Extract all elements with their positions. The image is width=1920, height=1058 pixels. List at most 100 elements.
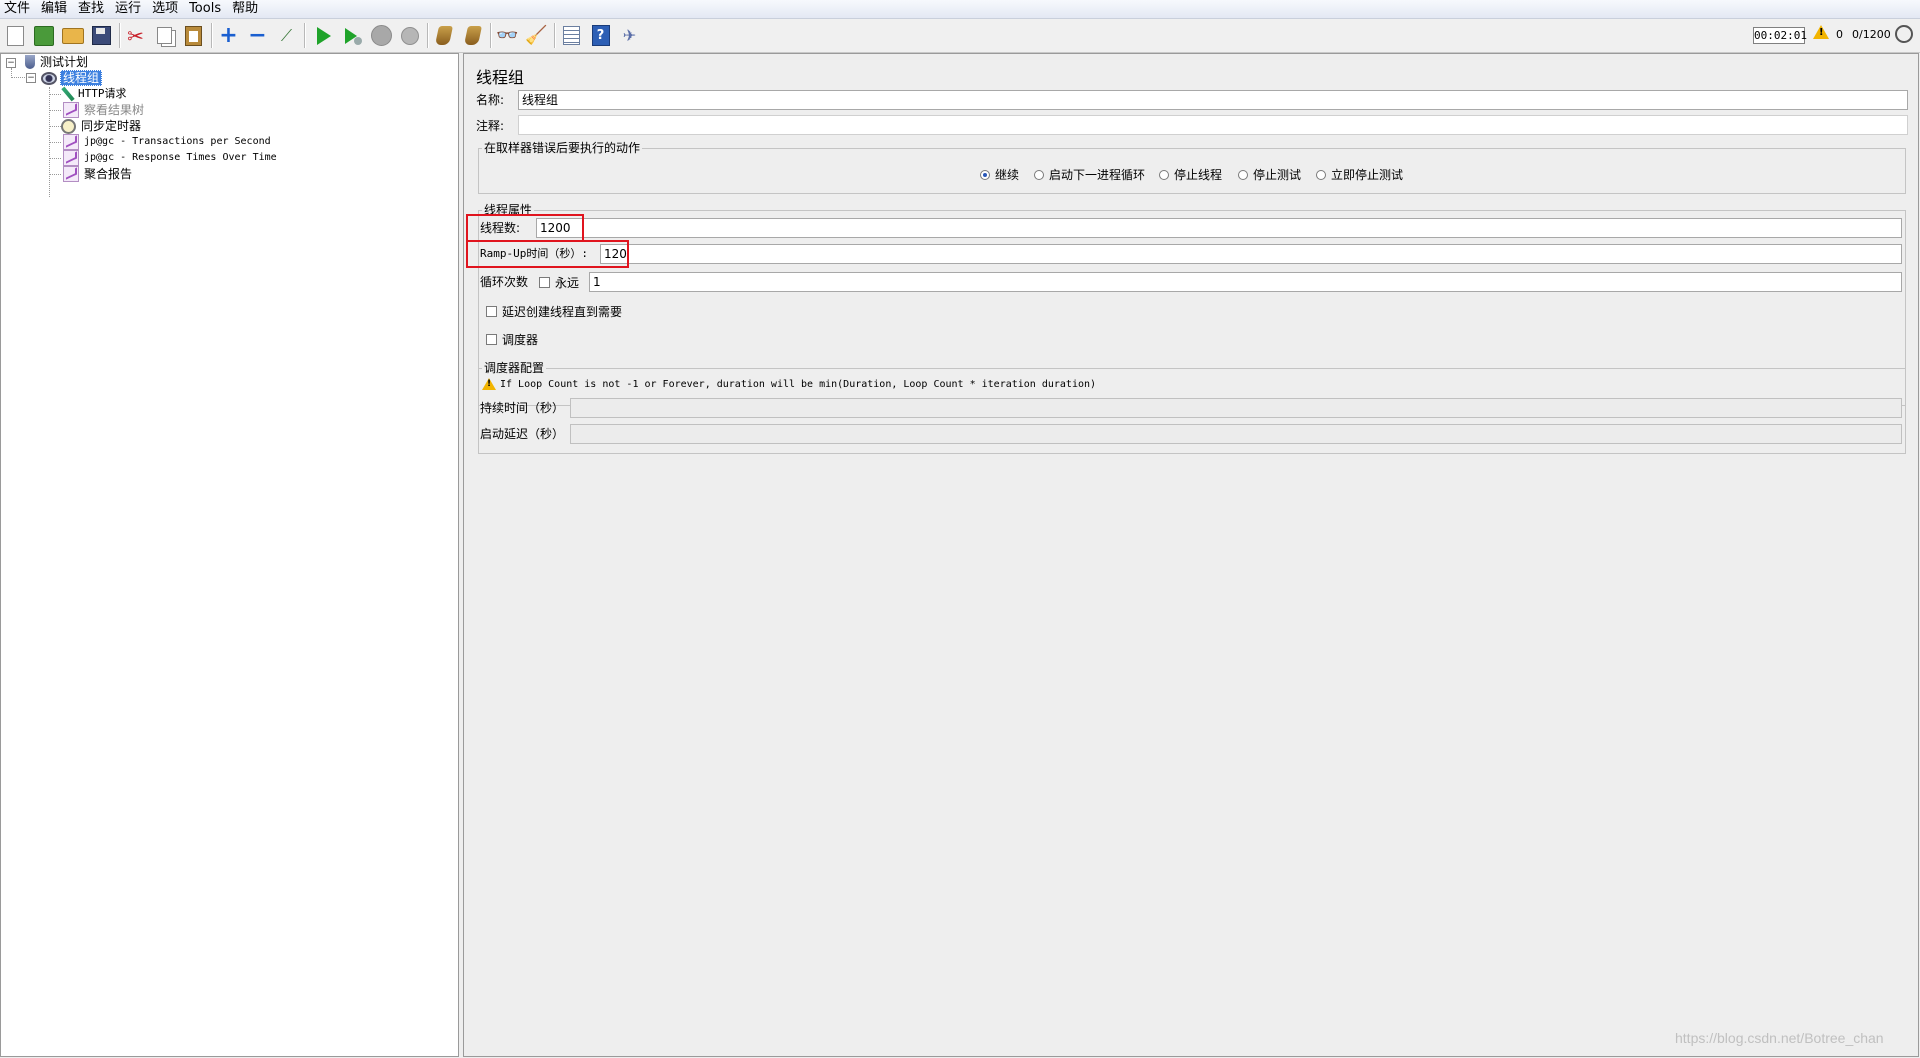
menu-run[interactable]: 运行: [111, 0, 148, 18]
function-helper-button[interactable]: [560, 24, 583, 47]
radio-continue[interactable]: 继续: [980, 166, 1019, 183]
tree-node-label: jp@gc - Response Times Over Time: [84, 152, 277, 163]
test-plan-icon: [25, 55, 35, 69]
reset-search-icon: 🧹: [525, 25, 548, 46]
save-button[interactable]: [90, 24, 113, 47]
delay-thread-creation-checkbox[interactable]: 延迟创建线程直到需要: [486, 303, 622, 320]
remote-button[interactable]: ✈: [618, 24, 641, 47]
minus-icon: −: [248, 22, 267, 48]
menu-search[interactable]: 查找: [74, 0, 111, 18]
highlight-box: [466, 214, 584, 242]
radio-dot: [1238, 169, 1248, 180]
warning-indicator[interactable]: !: [1813, 25, 1829, 43]
collapse-root-toggle[interactable]: −: [6, 58, 16, 68]
listener-icon: [63, 150, 79, 166]
tree-line: [49, 126, 61, 127]
toolbar-separator: [554, 23, 556, 48]
highlight-box: [466, 240, 629, 268]
checkbox-box: [486, 306, 497, 317]
rampup-input[interactable]: 120: [600, 244, 1902, 264]
radio-label: 继续: [995, 168, 1020, 182]
shutdown-button[interactable]: [398, 24, 421, 47]
checkbox-label: 调度器: [502, 333, 539, 347]
templates-button[interactable]: [32, 24, 55, 47]
collapse-button[interactable]: −: [246, 24, 269, 47]
comment-input[interactable]: [518, 115, 1908, 135]
tree-node-sync-timer[interactable]: 同步定时器: [61, 118, 143, 134]
listener-icon: [63, 134, 79, 150]
copy-button[interactable]: [153, 24, 176, 47]
radio-dot: [1159, 169, 1169, 180]
menu-bar: 文件 编辑 查找 运行 选项 Tools 帮助: [0, 0, 1920, 19]
tree-node-response-times-listener[interactable]: jp@gc - Response Times Over Time: [63, 150, 279, 166]
binoculars-icon: 👓: [496, 25, 519, 46]
help-button[interactable]: ?: [589, 24, 612, 47]
checkbox-label: 延迟创建线程直到需要: [502, 305, 623, 319]
toggle-wand-icon: ⟋: [280, 25, 293, 45]
toolbar: ✂ + − ⟋ 👓 🧹 ? ✈ 00:02:01: [0, 19, 1920, 53]
new-file-icon: [7, 25, 24, 46]
menu-edit[interactable]: 编辑: [37, 0, 74, 18]
name-input[interactable]: 线程组: [518, 90, 1908, 110]
elapsed-timer: 00:02:01: [1753, 27, 1807, 44]
threads-input[interactable]: 1200: [536, 218, 1902, 238]
tree-line: [49, 94, 61, 95]
tree-node-aggregate-report[interactable]: 聚合报告: [63, 166, 134, 182]
search-button[interactable]: 👓: [496, 24, 519, 47]
checkbox-box: [486, 334, 497, 345]
active-threads: 0/1200: [1852, 28, 1891, 41]
group-title: 调度器配置: [482, 361, 547, 375]
thread-group-panel: 线程组 名称: 线程组 注释: 在取样器错误后要执行的动作 继续 启动下一进程循…: [463, 53, 1919, 1057]
panel-title: 线程组: [476, 68, 525, 87]
listener-icon: [63, 102, 79, 118]
copy-icon: [157, 27, 172, 44]
menu-tools[interactable]: Tools: [185, 0, 228, 18]
expand-button[interactable]: +: [217, 24, 240, 47]
paste-button[interactable]: [182, 24, 205, 47]
duration-input[interactable]: [570, 398, 1902, 418]
thread-group-icon: [41, 71, 57, 85]
play-no-pause-icon: [344, 27, 362, 45]
tree-node-label: HTTP请求: [78, 87, 127, 100]
tree-node-view-results-tree[interactable]: 察看结果树: [63, 102, 146, 118]
tree-node-tps-listener[interactable]: jp@gc - Transactions per Second: [63, 134, 273, 150]
play-icon: [316, 26, 331, 45]
cut-button[interactable]: ✂: [124, 24, 147, 47]
forever-checkbox[interactable]: 永远: [539, 274, 579, 291]
radio-dot: [1034, 169, 1044, 180]
help-icon: ?: [591, 25, 610, 46]
toolbar-separator: [119, 23, 121, 48]
clear-all-button[interactable]: [461, 24, 484, 47]
templates-icon: [33, 25, 54, 46]
open-button[interactable]: [61, 24, 84, 47]
start-button[interactable]: [312, 24, 335, 47]
tree-node-label: 聚合报告: [84, 167, 133, 181]
collapse-thread-group-toggle[interactable]: −: [26, 73, 36, 83]
radio-stop-test[interactable]: 停止测试: [1238, 166, 1301, 183]
tree-node-test-plan[interactable]: 测试计划: [25, 54, 90, 70]
clear-button[interactable]: [432, 24, 455, 47]
start-no-pauses-button[interactable]: [341, 24, 364, 47]
loop-count-input[interactable]: 1: [589, 272, 1902, 292]
reset-search-button[interactable]: 🧹: [525, 24, 548, 47]
new-button[interactable]: [4, 24, 27, 47]
scheduler-warning-text: If Loop Count is not -1 or Forever, dura…: [500, 378, 1097, 390]
scheduler-checkbox[interactable]: 调度器: [486, 331, 538, 348]
checkbox-box: [539, 277, 550, 288]
toggle-button[interactable]: ⟋: [275, 24, 298, 47]
globe-icon[interactable]: [1895, 25, 1913, 43]
tree-line: [11, 77, 25, 78]
radio-stop-test-now[interactable]: 立即停止测试: [1316, 166, 1403, 183]
tree-node-label: 察看结果树: [84, 103, 145, 117]
tree-node-thread-group[interactable]: 线程组: [41, 70, 103, 86]
tree-line: [49, 142, 61, 143]
radio-dot: [1316, 169, 1326, 180]
radio-stop-thread[interactable]: 停止线程: [1159, 166, 1222, 183]
radio-start-next-loop[interactable]: 启动下一进程循环: [1034, 166, 1145, 183]
menu-options[interactable]: 选项: [148, 0, 185, 18]
stop-button[interactable]: [370, 24, 393, 47]
menu-file[interactable]: 文件: [0, 0, 37, 18]
tree-node-http-request[interactable]: HTTP请求: [61, 86, 129, 102]
menu-help[interactable]: 帮助: [228, 0, 265, 18]
startup-delay-input[interactable]: [570, 424, 1902, 444]
